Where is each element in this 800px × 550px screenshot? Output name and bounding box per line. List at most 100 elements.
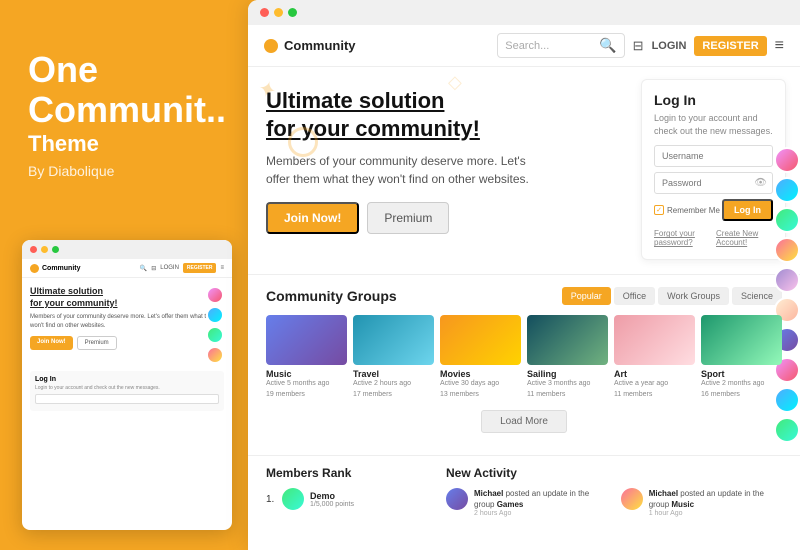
mini-dot-red [30, 246, 37, 253]
brand-subtitle: Communit.. [28, 90, 220, 130]
mini-nav: Community 🔍 ⊟ LOGIN REGISTER ≡ [22, 259, 232, 278]
login-remember-row: Remember Me Log In [654, 199, 773, 221]
rank-number: 1. [266, 494, 276, 505]
logo-dot [264, 39, 278, 53]
group-card-sailing[interactable]: Sailing Active 3 months ago11 members [527, 315, 608, 400]
mini-buttons: Join Now! Premium [30, 336, 224, 350]
brand-by: By Diabolique [28, 163, 220, 179]
group-name-travel: Travel [353, 369, 434, 379]
mini-content: Ultimate solutionfor your community! Mem… [22, 278, 232, 419]
filter-tabs: Popular Office Work Groups Science [562, 287, 782, 305]
filter-office[interactable]: Office [614, 287, 655, 305]
hero-buttons: Join Now! Premium [266, 202, 623, 234]
brand-title: One [28, 50, 220, 90]
group-img-music [266, 315, 347, 365]
group-meta-sport: Active 2 months ago16 members [701, 379, 782, 400]
log-in-button[interactable]: Log In [722, 199, 773, 221]
register-button[interactable]: REGISTER [694, 36, 766, 56]
group-card-music[interactable]: Music Active 5 months ago19 members [266, 315, 347, 400]
brand-theme: Theme [28, 131, 220, 157]
group-name-sailing: Sailing [527, 369, 608, 379]
activity-avatar-1 [446, 488, 468, 510]
filter-work-groups[interactable]: Work Groups [658, 287, 729, 305]
group-img-sport [701, 315, 782, 365]
main-content-area: ✦ ◇ Ultimate solution for your community… [248, 67, 800, 542]
group-img-art [614, 315, 695, 365]
bottom-sections: Members Rank 1. Demo 1/5,000 points New … [248, 455, 800, 532]
login-title: Log In [654, 92, 773, 108]
new-activity-title: New Activity [446, 466, 782, 480]
mini-hero-title: Ultimate solutionfor your community! [30, 286, 224, 309]
hero-description: Members of your community deserve more. … [266, 152, 546, 188]
group-img-travel [353, 315, 434, 365]
activity-item-2: Michael posted an update in the group Mu… [621, 488, 782, 517]
activity-item-1: Michael posted an update in the group Ga… [446, 488, 611, 517]
nav-logo-text: Community [284, 38, 356, 53]
deco-shape: ◇ [448, 72, 462, 93]
mini-browser-preview: Community 🔍 ⊟ LOGIN REGISTER ≡ Ultimate … [22, 240, 232, 530]
filter-popular[interactable]: Popular [562, 287, 611, 305]
grid-icon[interactable]: ⊟ [633, 38, 644, 54]
group-card-art[interactable]: Art Active a year ago11 members [614, 315, 695, 400]
main-navigation: Community Search... 🔍 ⊟ LOGIN REGISTER ≡ [248, 25, 800, 67]
group-card-travel[interactable]: Travel Active 2 hours ago17 members [353, 315, 434, 400]
hamburger-menu-icon[interactable]: ≡ [775, 37, 784, 55]
groups-grid: Music Active 5 months ago19 members Trav… [266, 315, 782, 400]
eye-icon: 👁 [754, 178, 767, 189]
search-input[interactable]: Search... [505, 40, 595, 52]
activity-text-2: Michael posted an update in the group Mu… [649, 488, 782, 517]
activity-text-1: Michael posted an update in the group Ga… [474, 488, 611, 517]
group-card-movies[interactable]: Movies Active 30 days ago13 members [440, 315, 521, 400]
avatar-5 [774, 267, 800, 293]
browser-chrome-bar [248, 0, 800, 25]
rank-member-name: Demo [310, 491, 434, 501]
login-link[interactable]: LOGIN [652, 40, 687, 52]
group-name-movies: Movies [440, 369, 521, 379]
hero-content: Ultimate solution for your community! Me… [248, 67, 641, 274]
join-now-button[interactable]: Join Now! [266, 202, 359, 234]
group-meta-sailing: Active 3 months ago11 members [527, 379, 608, 400]
group-meta-art: Active a year ago11 members [614, 379, 695, 400]
remember-me-label: Remember Me [667, 206, 720, 215]
group-meta-travel: Active 2 hours ago17 members [353, 379, 434, 400]
members-rank-title: Members Rank [266, 466, 434, 480]
rank-item-1: 1. Demo 1/5,000 points [266, 488, 434, 510]
mini-nav-links: 🔍 ⊟ LOGIN REGISTER ≡ [140, 263, 224, 273]
nav-right: Search... 🔍 ⊟ LOGIN REGISTER ≡ [497, 33, 784, 58]
username-input[interactable] [654, 145, 773, 167]
chrome-dot-red [260, 8, 269, 17]
group-name-art: Art [614, 369, 695, 379]
left-panel: One Communit.. Theme By Diabolique Commu… [0, 0, 248, 550]
mini-hero-desc: Members of your community deserve more. … [30, 313, 224, 330]
chrome-dot-green [288, 8, 297, 17]
groups-section-title: Community Groups [266, 288, 397, 304]
forgot-password-link[interactable]: Forgot your password? [654, 229, 716, 247]
rank-info: Demo 1/5,000 points [310, 491, 434, 508]
activity-avatar-2 [621, 488, 643, 510]
group-meta-movies: Active 30 days ago13 members [440, 379, 521, 400]
create-account-link[interactable]: Create New Account! [716, 229, 773, 247]
hero-title: Ultimate solution for your community! [266, 87, 623, 142]
community-groups-section: Community Groups Popular Office Work Gro… [248, 274, 800, 455]
premium-button[interactable]: Premium [367, 202, 449, 234]
group-name-music: Music [266, 369, 347, 379]
nav-logo: Community [264, 38, 356, 53]
group-img-sailing [527, 315, 608, 365]
remember-me-checkbox[interactable]: Remember Me [654, 205, 720, 215]
search-icon: 🔍 [599, 37, 616, 54]
avatar-10 [774, 417, 800, 443]
mini-login-section: Log In Login to your account and check o… [30, 371, 224, 411]
mini-browser-bar [22, 240, 232, 259]
load-more-button[interactable]: Load More [481, 410, 567, 433]
chrome-dot-yellow [274, 8, 283, 17]
rank-avatar [282, 488, 304, 510]
login-box: Log In Login to your account and check o… [641, 79, 786, 260]
password-row: 👁 [654, 172, 773, 194]
group-meta-music: Active 5 months ago19 members [266, 379, 347, 400]
hero-section: ✦ ◇ Ultimate solution for your community… [248, 67, 800, 274]
group-img-movies [440, 315, 521, 365]
groups-section-header: Community Groups Popular Office Work Gro… [266, 287, 782, 305]
group-card-sport[interactable]: Sport Active 2 months ago16 members [701, 315, 782, 400]
deco-circle [288, 127, 318, 157]
avatar-9 [774, 387, 800, 413]
